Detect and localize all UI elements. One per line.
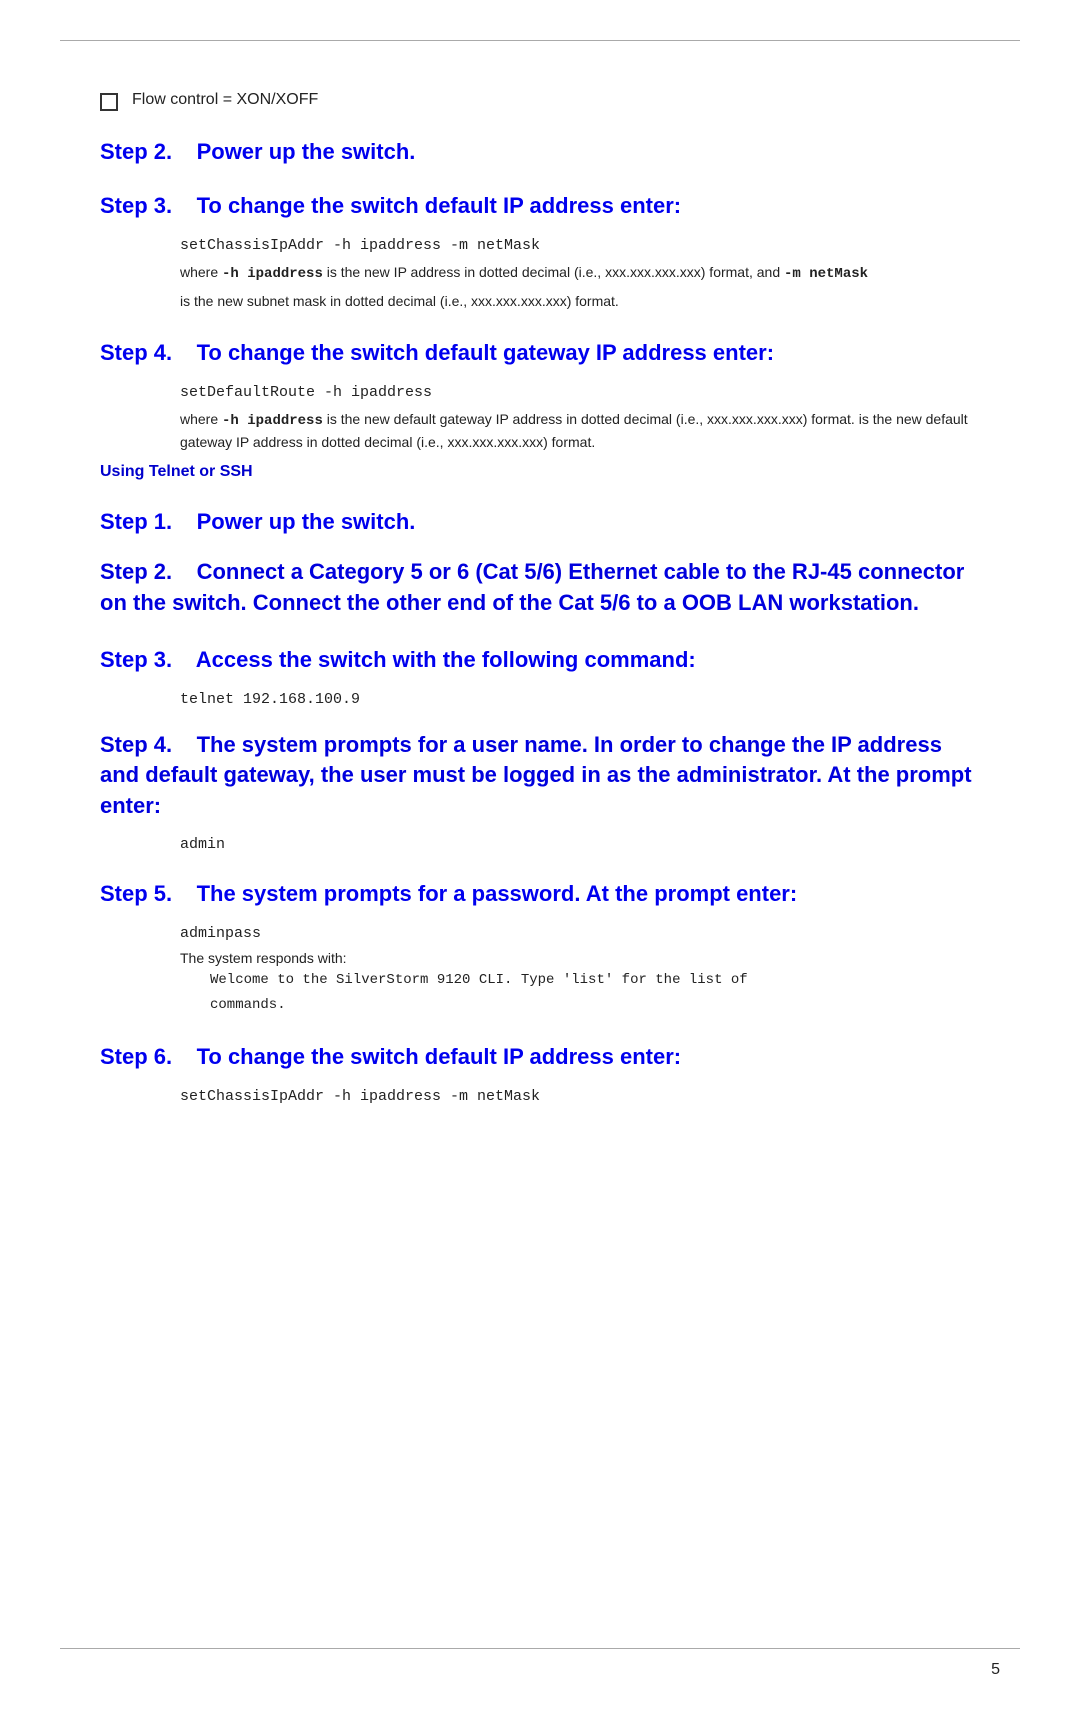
ssh-step4-heading: Step 4. The system prompts for a user na…: [100, 730, 980, 822]
bullet-text: Flow control = XON/XOFF: [132, 91, 318, 109]
step3-code: setChassisIpAddr -h ipaddress -m netMask: [180, 237, 980, 254]
ssh-step1-heading: Step 1. Power up the switch.: [100, 509, 980, 535]
system-responds-label: The system responds with:: [180, 950, 980, 966]
welcome-line1: Welcome to the SilverStorm 9120 CLI. Typ…: [210, 970, 980, 991]
ssh-step5-heading: Step 5. The system prompts for a passwor…: [100, 881, 980, 907]
using-telnet-ssh-label: Using Telnet or SSH: [100, 463, 980, 481]
checkbox-icon: [100, 93, 118, 111]
step3-description-line2: is the new subnet mask in dotted decimal…: [180, 291, 980, 312]
step3-desc-pre: where: [180, 264, 222, 280]
page-number: 5: [991, 1661, 1000, 1679]
step3-heading: Step 3. To change the switch default IP …: [100, 193, 980, 219]
step4-desc-pre: where: [180, 411, 222, 427]
step4-code: setDefaultRoute -h ipaddress: [180, 384, 980, 401]
step4-heading: Step 4. To change the switch default gat…: [100, 340, 980, 366]
step4-desc-end: is the new default gateway IP address in…: [323, 411, 855, 427]
ssh-step3-heading: Step 3. Access the switch with the follo…: [100, 647, 980, 673]
step3-desc-mid1: is the new IP address in dotted decimal …: [323, 264, 784, 280]
ssh-step6-code: setChassisIpAddr -h ipaddress -m netMask: [180, 1088, 980, 1105]
page: Flow control = XON/XOFF Step 2. Power up…: [0, 40, 1080, 1709]
step2-heading: Step 2. Power up the switch.: [100, 139, 980, 165]
step3-bold2: -m netMask: [784, 266, 868, 282]
step3-description-line1: where -h ipaddress is the new IP address…: [180, 262, 980, 285]
welcome-line2: commands.: [210, 995, 980, 1016]
ssh-step5-code: adminpass: [180, 925, 980, 942]
step3-bold1: -h ipaddress: [222, 266, 323, 282]
step4-description: where -h ipaddress is the new default ga…: [180, 409, 980, 453]
ssh-step3-code: telnet 192.168.100.9: [180, 691, 980, 708]
ssh-step2-heading: Step 2. Connect a Category 5 or 6 (Cat 5…: [100, 557, 980, 619]
bullet-flow-control: Flow control = XON/XOFF: [100, 91, 980, 111]
ssh-step6-heading: Step 6. To change the switch default IP …: [100, 1044, 980, 1070]
ssh-step4-code: admin: [180, 836, 980, 853]
step4-bold: -h ipaddress: [222, 413, 323, 429]
content-area: Flow control = XON/XOFF Step 2. Power up…: [0, 41, 1080, 1193]
bottom-rule: [60, 1648, 1020, 1649]
